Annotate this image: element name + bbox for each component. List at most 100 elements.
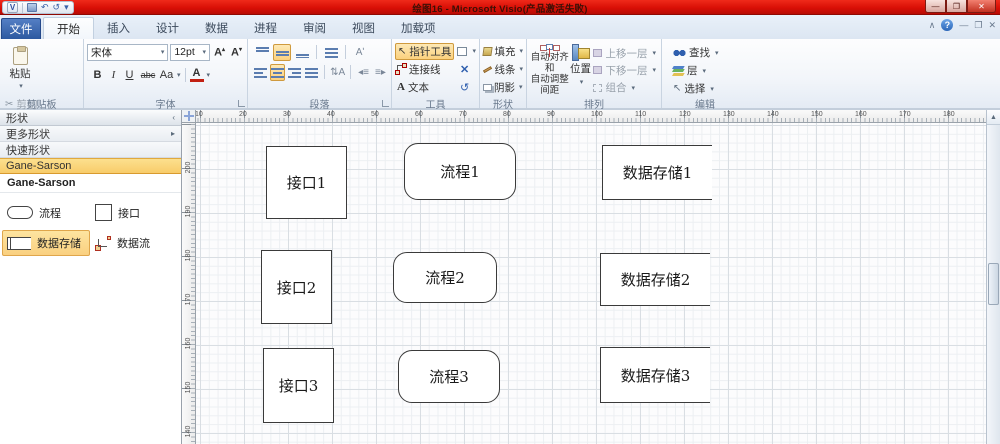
- minimize-button[interactable]: —: [925, 0, 946, 13]
- send-backward-button[interactable]: 下移一层 ▾: [591, 62, 658, 78]
- diagram-shape-流程2[interactable]: 流程2: [393, 252, 497, 303]
- paste-button[interactable]: 粘贴 ▾: [3, 42, 37, 94]
- diagram-shape-接口2[interactable]: 接口2: [261, 250, 332, 324]
- diagram-shape-流程3[interactable]: 流程3: [398, 350, 500, 403]
- text-block-button[interactable]: Aʹ: [351, 44, 369, 61]
- font-color-dropdown-icon[interactable]: ▾: [207, 71, 211, 79]
- rectangle-tool-icon[interactable]: [457, 47, 467, 56]
- tab-数据[interactable]: 数据: [192, 17, 241, 39]
- auto-align-button[interactable]: 自动对齐和 自动调整间距: [530, 42, 570, 96]
- more-shapes-row[interactable]: 更多形状 ▸: [0, 126, 181, 142]
- case-dropdown-icon[interactable]: ▾: [177, 71, 181, 79]
- fill-dropdown-icon[interactable]: ▾: [519, 47, 523, 55]
- increase-indent-button[interactable]: ≡▸: [373, 64, 388, 81]
- text-tool-label: 文本: [408, 80, 429, 95]
- maximize-button[interactable]: ❐: [946, 0, 967, 13]
- vertical-scrollbar[interactable]: ▲: [986, 110, 1000, 444]
- select-dropdown-icon[interactable]: ▾: [710, 85, 714, 93]
- decrease-indent-button[interactable]: ◂≡: [356, 64, 371, 81]
- tab-进程[interactable]: 进程: [241, 17, 290, 39]
- tab-插入[interactable]: 插入: [94, 17, 143, 39]
- justify-button[interactable]: [304, 64, 319, 81]
- doc-close-icon[interactable]: ✕: [988, 20, 996, 31]
- bullets-button[interactable]: [322, 44, 340, 61]
- quick-shapes-row[interactable]: 快速形状: [0, 142, 181, 158]
- layers-dropdown-icon[interactable]: ▾: [703, 67, 707, 75]
- connection-point-icon[interactable]: ✕: [460, 63, 469, 76]
- drawing-canvas[interactable]: 接口1 流程1 数据存储1 接口2 流程2 数据存储2 接口3 流程3 数据存储3: [196, 123, 986, 444]
- text-direction-button[interactable]: ⇅A: [330, 64, 345, 81]
- tab-审阅[interactable]: 审阅: [290, 17, 339, 39]
- diagram-shape-数据存储3[interactable]: 数据存储3: [600, 347, 710, 403]
- font-dialog-launcher-icon[interactable]: [238, 100, 245, 107]
- paragraph-dialog-launcher-icon[interactable]: [382, 100, 389, 107]
- doc-restore-icon[interactable]: ❐: [974, 20, 982, 31]
- stencil-tab-gane-sarson[interactable]: Gane-Sarson: [0, 158, 181, 174]
- bold-button[interactable]: B: [90, 69, 105, 81]
- tab-加载项[interactable]: 加载项: [388, 17, 449, 39]
- italic-button[interactable]: I: [106, 69, 121, 81]
- underline-button[interactable]: U: [122, 69, 137, 81]
- align-right-button[interactable]: [287, 64, 302, 81]
- bring-forward-button[interactable]: 上移一层 ▾: [591, 45, 658, 61]
- diagram-shape-接口1[interactable]: 接口1: [266, 146, 347, 219]
- minimize-ribbon-icon[interactable]: ∧: [929, 20, 936, 31]
- doc-minimize-icon[interactable]: —: [959, 20, 968, 30]
- tab-开始[interactable]: 开始: [43, 17, 94, 39]
- scroll-up-icon[interactable]: ▲: [987, 110, 1000, 125]
- collapse-panel-icon[interactable]: ‹: [172, 113, 175, 122]
- line-dropdown-icon[interactable]: ▾: [519, 65, 523, 73]
- tab-设计[interactable]: 设计: [143, 17, 192, 39]
- grow-font-button[interactable]: A▴: [212, 46, 227, 59]
- main-area: 形状 ‹ 更多形状 ▸ 快速形状 Gane-Sarson Gane-Sarson…: [0, 110, 1000, 444]
- h-ruler-number: 160: [855, 111, 867, 118]
- line-label: 线条: [494, 62, 515, 77]
- shrink-font-button[interactable]: A▾: [229, 46, 244, 59]
- font-family-combo[interactable]: 宋体 ▾: [87, 44, 168, 61]
- font-size-combo[interactable]: 12pt ▾: [170, 44, 210, 61]
- rotate-tool-icon[interactable]: ↺: [460, 81, 469, 94]
- close-button[interactable]: ✕: [967, 0, 996, 13]
- stencil-item-流程[interactable]: 流程: [2, 199, 90, 226]
- font-family-dropdown-icon[interactable]: ▾: [161, 48, 165, 56]
- align-center-button[interactable]: [270, 64, 285, 81]
- h-ruler-number: 80: [503, 111, 511, 118]
- font-color-button[interactable]: A: [190, 68, 204, 82]
- align-middle-button[interactable]: [273, 44, 291, 61]
- layers-button[interactable]: 层 ▾: [671, 62, 745, 79]
- h-ruler-number: 10: [196, 111, 203, 118]
- stencil-item-接口[interactable]: 接口: [90, 199, 178, 226]
- align-top-button[interactable]: [253, 44, 271, 61]
- tab-视图[interactable]: 视图: [339, 17, 388, 39]
- stencil-item-数据存储[interactable]: 数据存储: [2, 230, 90, 256]
- font-size-dropdown-icon[interactable]: ▾: [203, 48, 207, 56]
- pointer-tool-button[interactable]: ↖ 指针工具: [395, 43, 454, 60]
- pointer-tool-label: 指针工具: [409, 44, 451, 59]
- change-case-button[interactable]: Aa: [159, 69, 174, 81]
- text-tool-button[interactable]: A 文本: [395, 79, 457, 96]
- align-left-button[interactable]: [253, 64, 268, 81]
- align-bottom-button[interactable]: [293, 44, 311, 61]
- rectangle-tool-dropdown-icon[interactable]: ▾: [472, 47, 476, 55]
- scrollbar-thumb[interactable]: [988, 263, 999, 305]
- group-button[interactable]: 组合 ▾: [591, 80, 658, 96]
- select-button[interactable]: ↖ 选择 ▾: [671, 80, 745, 97]
- connector-tool-button[interactable]: 连接线: [395, 61, 457, 78]
- help-icon[interactable]: ?: [941, 19, 953, 31]
- position-button[interactable]: 位置 ▾: [570, 42, 592, 96]
- fill-button[interactable]: 填充 ▾: [483, 42, 523, 60]
- diagram-shape-接口3[interactable]: 接口3: [263, 348, 334, 423]
- line-button[interactable]: 线条 ▾: [483, 60, 523, 78]
- position-dropdown-icon[interactable]: ▾: [580, 78, 584, 86]
- tab-file[interactable]: 文件: [1, 18, 41, 39]
- diagram-shape-流程1[interactable]: 流程1: [404, 143, 516, 200]
- strikethrough-button[interactable]: abc: [138, 70, 158, 80]
- diagram-shape-数据存储2[interactable]: 数据存储2: [600, 253, 710, 306]
- stencil-item-数据流[interactable]: 数据流: [90, 230, 178, 256]
- find-button[interactable]: 查找 ▾: [671, 44, 745, 61]
- shadow-button[interactable]: 阴影 ▾: [483, 78, 523, 96]
- paste-dropdown-icon[interactable]: ▾: [19, 82, 23, 90]
- shadow-dropdown-icon[interactable]: ▾: [519, 83, 523, 91]
- diagram-shape-数据存储1[interactable]: 数据存储1: [602, 145, 712, 200]
- find-dropdown-icon[interactable]: ▾: [715, 49, 719, 57]
